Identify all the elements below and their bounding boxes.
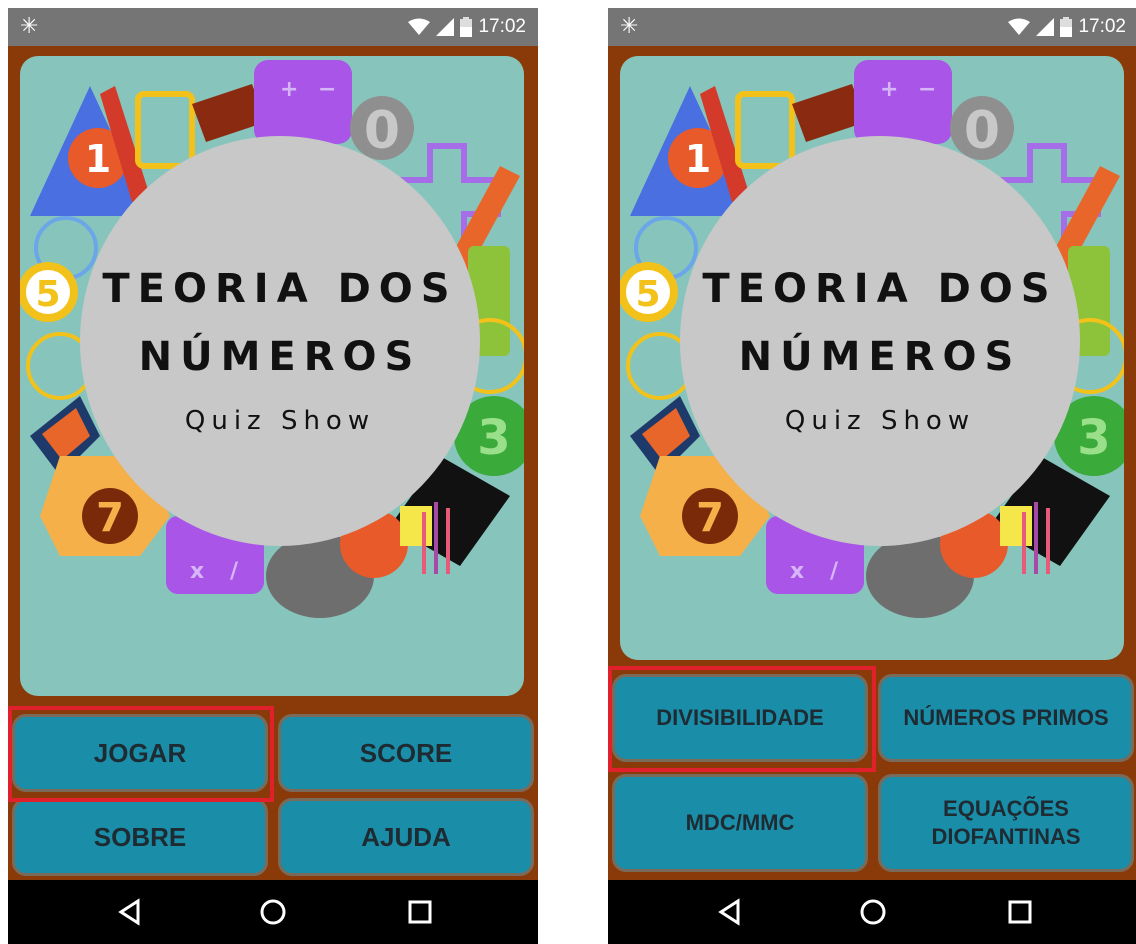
score-button-label: SCORE	[359, 737, 453, 768]
app-title-line1: TEORIA DOS	[702, 266, 1058, 312]
app-title-line1: TEORIA DOS	[102, 266, 458, 312]
number-three-badge: 3	[1077, 410, 1110, 466]
number-five-badge: 5	[635, 274, 660, 315]
home-icon[interactable]	[859, 898, 887, 926]
plus-sign-top: +	[280, 77, 298, 102]
divisibility-button[interactable]: DIVISIBILIDADE	[612, 674, 868, 762]
about-button-label: SOBRE	[93, 821, 187, 852]
signal-icon	[1036, 18, 1055, 36]
help-button[interactable]: AJUDA	[278, 798, 534, 876]
recents-icon[interactable]	[406, 898, 434, 926]
wifi-icon	[408, 18, 431, 35]
notification-icon: ✳	[20, 14, 39, 39]
home-icon[interactable]	[259, 898, 287, 926]
help-button-label: AJUDA	[361, 821, 451, 852]
diophantine-equations-button[interactable]: EQUAÇÕES DIOFANTINAS	[878, 774, 1134, 872]
back-icon[interactable]	[116, 898, 144, 926]
title-circle: TEORIA DOS NÚMEROS Quiz Show	[680, 136, 1080, 546]
gcd-lcm-button-label: MDC/MMC	[685, 810, 795, 835]
divisibility-button-label: DIVISIBILIDADE	[656, 705, 824, 730]
score-button[interactable]: SCORE	[278, 714, 534, 792]
zero-glyph: 0	[364, 101, 400, 161]
about-button[interactable]: SOBRE	[12, 798, 268, 876]
clock: 17:02	[1078, 16, 1126, 37]
divide-sign: /	[230, 559, 239, 584]
title-artwork-panel: 1 + − 0 5 3 7 x / TEORIA DOS NÚMEROS Qui…	[20, 56, 524, 696]
navigation-bar	[608, 880, 1136, 944]
app-title-line2: NÚMEROS	[138, 334, 422, 380]
gcd-lcm-button[interactable]: MDC/MMC	[612, 774, 868, 872]
clock: 17:02	[478, 16, 526, 37]
zero-glyph: 0	[964, 101, 1000, 161]
signal-icon	[436, 18, 455, 36]
phone-screen-topic-menu: ✳ 17:02 1 + − 0 5 3 7 x / TEORIA DOS NÚM…	[608, 8, 1136, 944]
recents-icon[interactable]	[1006, 898, 1034, 926]
status-bar: ✳ 17:02	[608, 8, 1136, 46]
back-icon[interactable]	[716, 898, 744, 926]
prime-numbers-button-label: NÚMEROS PRIMOS	[903, 705, 1109, 730]
phone-screen-main-menu: ✳ 17:02 1 + − 0 5 3 7 x / TEORIA DOS NÚM…	[8, 8, 538, 944]
diophantine-label-line1: EQUAÇÕES	[943, 796, 1069, 821]
notification-icon: ✳	[620, 14, 639, 39]
diophantine-label-line2: DIOFANTINAS	[931, 824, 1081, 849]
wifi-icon	[1008, 18, 1031, 35]
number-three-badge: 3	[477, 410, 510, 466]
divide-sign: /	[830, 559, 839, 584]
battery-icon	[460, 17, 473, 37]
play-button-label: JOGAR	[93, 737, 187, 768]
number-seven-badge: 7	[696, 495, 724, 541]
number-one-badge: 1	[85, 137, 111, 181]
play-button[interactable]: JOGAR	[12, 714, 268, 792]
times-sign: x	[790, 559, 804, 584]
title-circle: TEORIA DOS NÚMEROS Quiz Show	[80, 136, 480, 546]
navigation-bar	[8, 880, 538, 944]
status-bar: ✳ 17:02	[8, 8, 538, 46]
app-subtitle: Quiz Show	[784, 406, 976, 436]
plus-sign-top: +	[880, 77, 898, 102]
title-artwork-panel: 1 + − 0 5 3 7 x / TEORIA DOS NÚMEROS Qui…	[620, 56, 1124, 660]
minus-sign-top: −	[318, 77, 336, 102]
number-seven-badge: 7	[96, 495, 124, 541]
app-subtitle: Quiz Show	[184, 406, 376, 436]
minus-sign-top: −	[918, 77, 936, 102]
prime-numbers-button[interactable]: NÚMEROS PRIMOS	[878, 674, 1134, 762]
times-sign: x	[190, 559, 204, 584]
app-title-line2: NÚMEROS	[738, 334, 1022, 380]
number-five-badge: 5	[35, 274, 60, 315]
number-one-badge: 1	[685, 137, 711, 181]
battery-icon	[1060, 17, 1073, 37]
